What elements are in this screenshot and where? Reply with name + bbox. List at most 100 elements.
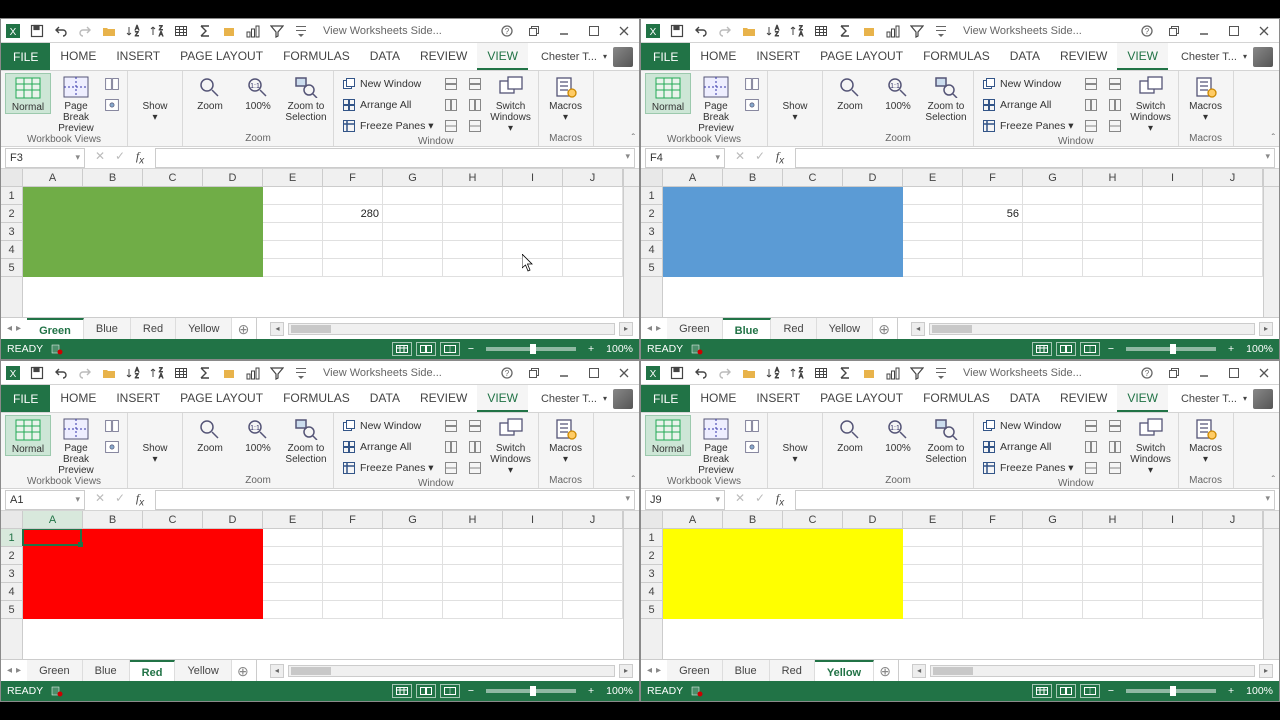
cell[interactable]	[1143, 583, 1203, 600]
new-window-button[interactable]: New Window	[978, 416, 1078, 436]
cell[interactable]	[723, 187, 783, 204]
cell[interactable]	[1083, 583, 1143, 600]
cell[interactable]	[723, 583, 783, 600]
collapse-ribbon-icon[interactable]: ˆ	[632, 475, 635, 486]
col-header[interactable]: H	[443, 511, 503, 528]
filter-icon[interactable]	[269, 365, 285, 381]
cell[interactable]	[383, 187, 443, 204]
ribbon-tab-data[interactable]: DATA	[1000, 385, 1050, 412]
col-header[interactable]: F	[323, 169, 383, 186]
cell[interactable]	[663, 583, 723, 600]
cell[interactable]	[563, 529, 623, 546]
unhide-button[interactable]	[440, 116, 462, 136]
view-side-by-side-button[interactable]	[464, 416, 486, 436]
cell[interactable]	[383, 529, 443, 546]
ribbon-tab-page layout[interactable]: PAGE LAYOUT	[170, 43, 273, 70]
col-header[interactable]: D	[843, 169, 903, 186]
cell[interactable]	[663, 601, 723, 618]
ribbon-tab-view[interactable]: VIEW	[477, 385, 528, 412]
sync-scroll-button[interactable]	[464, 95, 486, 115]
maximize-button[interactable]	[583, 364, 605, 382]
cell[interactable]	[843, 529, 903, 546]
table-icon[interactable]	[813, 23, 829, 39]
hide-button[interactable]	[440, 95, 462, 115]
cell[interactable]	[1203, 223, 1263, 240]
sheet-tab-red[interactable]: Red	[131, 318, 176, 340]
cell[interactable]	[783, 259, 843, 276]
col-header[interactable]: B	[723, 169, 783, 186]
page-break-view-icon[interactable]	[1080, 342, 1100, 356]
arrange-all-button[interactable]: Arrange All	[978, 95, 1078, 115]
cell[interactable]	[23, 565, 83, 582]
user-account[interactable]: Chester T...▾	[1175, 385, 1279, 412]
cell[interactable]	[203, 223, 263, 240]
ribbon-tab-data[interactable]: DATA	[1000, 43, 1050, 70]
col-header[interactable]: H	[1083, 511, 1143, 528]
cell[interactable]	[323, 187, 383, 204]
switch-windows-button[interactable]: Switch Windows ▾	[1128, 415, 1174, 476]
col-header[interactable]: C	[783, 169, 843, 186]
zoom-in-icon[interactable]: +	[584, 343, 598, 355]
show-button[interactable]: Show▾	[132, 415, 178, 465]
new-sheet-button[interactable]: ⊕	[232, 319, 254, 339]
row-header[interactable]: 3	[641, 223, 662, 241]
cell[interactable]	[143, 529, 203, 546]
cell[interactable]	[263, 241, 323, 258]
cell[interactable]	[1083, 223, 1143, 240]
insert-function-icon[interactable]: fx	[773, 149, 787, 166]
cell[interactable]	[843, 583, 903, 600]
cell[interactable]	[383, 241, 443, 258]
col-header[interactable]: C	[143, 169, 203, 186]
sheet-tab-red[interactable]: Red	[130, 660, 176, 682]
cell[interactable]	[263, 205, 323, 222]
view-side-by-side-button[interactable]	[1104, 74, 1126, 94]
row-header[interactable]: 5	[641, 259, 662, 277]
cell[interactable]	[1143, 187, 1203, 204]
freeze-panes-button[interactable]: Freeze Panes ▾	[978, 458, 1078, 478]
ribbon-tab-formulas[interactable]: FORMULAS	[273, 385, 360, 412]
hscroll-right-icon[interactable]: ▸	[1259, 322, 1273, 336]
vertical-scrollbar[interactable]	[1263, 187, 1279, 317]
cell[interactable]	[323, 223, 383, 240]
cell[interactable]	[443, 241, 503, 258]
cell[interactable]	[723, 223, 783, 240]
col-header[interactable]: E	[903, 169, 963, 186]
cell[interactable]	[1083, 205, 1143, 222]
save-icon[interactable]	[669, 365, 685, 381]
ribbon-tab-review[interactable]: REVIEW	[410, 385, 477, 412]
page-layout-view-icon[interactable]	[1056, 684, 1076, 698]
chart-icon[interactable]	[245, 365, 261, 381]
vertical-scrollbar[interactable]	[623, 529, 639, 659]
sync-scroll-button[interactable]	[464, 437, 486, 457]
new-sheet-button[interactable]: ⊕	[232, 661, 254, 681]
cell[interactable]	[23, 583, 83, 600]
col-header[interactable]: D	[203, 511, 263, 528]
user-account[interactable]: Chester T...▾	[535, 43, 639, 70]
cell[interactable]	[23, 529, 83, 546]
zoom-button[interactable]: Zoom	[827, 415, 873, 454]
zoom-out-icon[interactable]: −	[464, 343, 478, 355]
sort-desc-icon[interactable]: ZA	[789, 23, 805, 39]
sync-scroll-button[interactable]	[1104, 95, 1126, 115]
cell[interactable]	[903, 565, 963, 582]
help-icon[interactable]: ?	[499, 365, 515, 381]
show-button[interactable]: Show▾	[132, 73, 178, 123]
col-header[interactable]: E	[903, 511, 963, 528]
ribbon-display-icon[interactable]	[1163, 22, 1185, 40]
redo-icon[interactable]	[77, 365, 93, 381]
new-window-button[interactable]: New Window	[978, 74, 1078, 94]
sheet-tab-green[interactable]: Green	[667, 660, 723, 682]
cancel-icon[interactable]: ✕	[733, 149, 747, 166]
unhide-button[interactable]	[1080, 116, 1102, 136]
zoom-to-selection-button[interactable]: Zoom to Selection	[923, 415, 969, 465]
ribbon-display-icon[interactable]	[523, 22, 545, 40]
horizontal-scrollbar[interactable]	[288, 665, 615, 677]
show-button[interactable]: Show▾	[772, 415, 818, 465]
minimize-button[interactable]	[1193, 22, 1215, 40]
sheet-tab-green[interactable]: Green	[27, 660, 83, 682]
cell[interactable]	[963, 547, 1023, 564]
cell[interactable]	[323, 565, 383, 582]
cell[interactable]	[963, 187, 1023, 204]
sort-asc-icon[interactable]: AZ	[765, 23, 781, 39]
sheet-tab-red[interactable]: Red	[771, 318, 816, 340]
